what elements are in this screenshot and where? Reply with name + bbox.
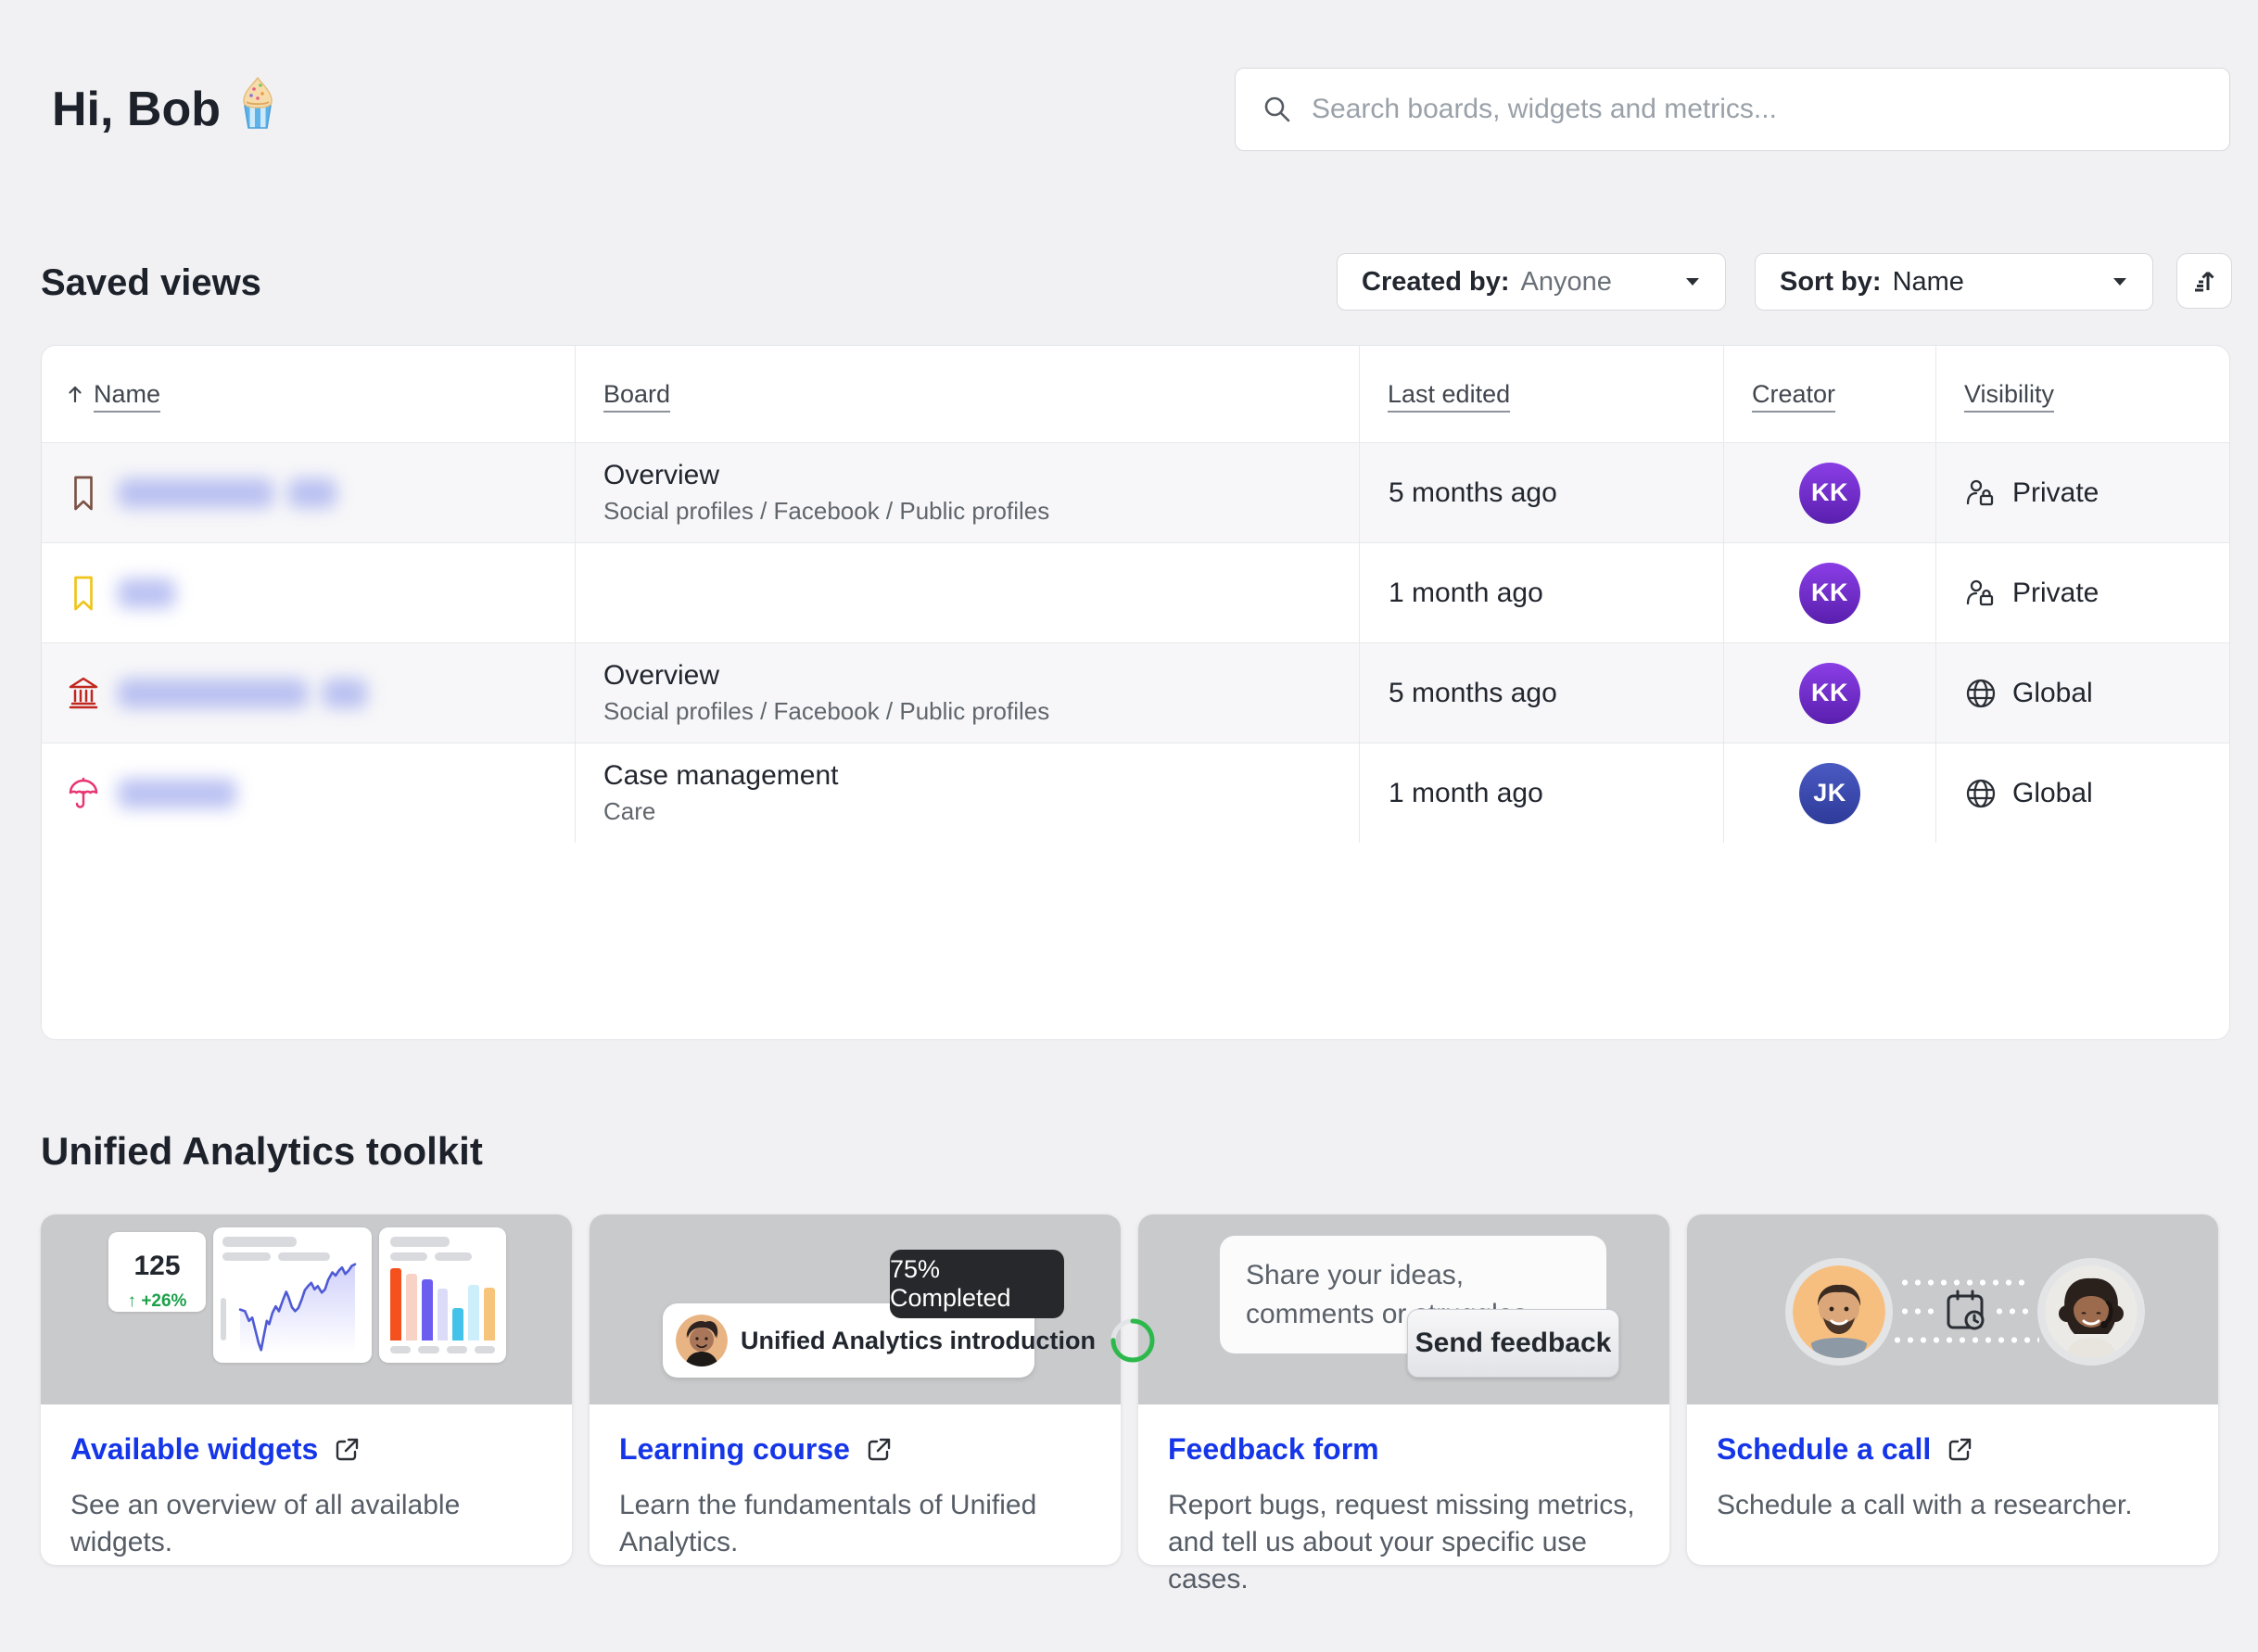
column-header-last-edited[interactable]: Last edited (1360, 346, 1724, 442)
creator-avatar: KK (1799, 663, 1860, 724)
external-link-icon (1946, 1436, 1973, 1464)
column-header-name[interactable]: Name (42, 346, 576, 442)
person-lock-icon (1964, 477, 1998, 510)
table-row[interactable]: Case management Care 1 month ago JK Glob… (42, 743, 2229, 843)
board-path: Care (603, 797, 838, 826)
toolkit-card-schedule-call[interactable]: Schedule a call Schedule a call with a r… (1687, 1214, 2218, 1565)
user-avatar-photo (1785, 1258, 1893, 1366)
saved-views-title: Saved views (41, 262, 261, 304)
course-pill-label: Unified Analytics introduction (741, 1327, 1096, 1355)
feedback-form-link[interactable]: Feedback form (1168, 1432, 1640, 1467)
board-title: Overview (603, 460, 1049, 491)
mini-bar-chart-widget (379, 1227, 506, 1363)
last-edited: 1 month ago (1360, 543, 1724, 642)
send-feedback-button-mock: Send feedback (1407, 1309, 1619, 1378)
redacted-view-name (118, 578, 175, 608)
visibility-label: Private (2012, 477, 2099, 509)
card-description: See an overview of all available widgets… (70, 1487, 542, 1561)
created-by-value: Anyone (1521, 267, 1612, 298)
cupcake-emoji-icon (234, 76, 282, 142)
progress-ring (1109, 1316, 1157, 1365)
umbrella-icon (66, 775, 101, 812)
toolkit-title: Unified Analytics toolkit (41, 1129, 483, 1174)
creator-avatar: KK (1799, 463, 1860, 524)
last-edited: 5 months ago (1360, 643, 1724, 743)
last-edited: 1 month ago (1360, 743, 1724, 843)
bookmark-icon (66, 474, 101, 513)
bookmark-icon (66, 574, 101, 613)
globe-icon (1964, 777, 1998, 810)
sort-arrow-up-icon (66, 384, 84, 404)
person-lock-icon (1964, 577, 1998, 610)
redacted-view-name (118, 779, 236, 808)
column-header-creator[interactable]: Creator (1724, 346, 1936, 442)
card-description: Learn the fundamentals of Unified Analyt… (619, 1487, 1091, 1561)
created-by-label: Created by: (1362, 267, 1510, 298)
table-row[interactable]: Overview Social profiles / Facebook / Pu… (42, 442, 2229, 542)
schedule-call-link[interactable]: Schedule a call (1717, 1432, 2188, 1467)
created-by-filter[interactable]: Created by: Anyone (1337, 253, 1726, 311)
sort-by-filter[interactable]: Sort by: Name (1755, 253, 2153, 311)
visibility-label: Global (2012, 678, 2093, 709)
chevron-down-icon (2112, 276, 2128, 287)
table-row[interactable]: Overview Social profiles / Facebook / Pu… (42, 642, 2229, 743)
sort-by-value: Name (1893, 267, 1964, 298)
external-link-icon (333, 1436, 361, 1464)
toolkit-card-feedback-form[interactable]: Share your ideas, comments or struggles … (1138, 1214, 1669, 1565)
redacted-view-name (118, 478, 336, 508)
column-header-board[interactable]: Board (576, 346, 1360, 442)
creator-avatar: KK (1799, 563, 1860, 624)
visibility-label: Private (2012, 578, 2099, 609)
board-title: Overview (603, 660, 1049, 692)
mini-bar-chart-bars (390, 1268, 495, 1341)
toolkit-card-learning-course[interactable]: Unified Analytics introduction 75% Compl… (590, 1214, 1121, 1565)
available-widgets-link[interactable]: Available widgets (70, 1432, 542, 1467)
card-description: Schedule a call with a researcher. (1717, 1487, 2188, 1524)
table-empty-space (42, 843, 2229, 1039)
sort-direction-button[interactable] (2176, 253, 2232, 309)
greeting-text: Hi, Bob (52, 82, 221, 137)
board-title: Case management (603, 760, 838, 792)
toolkit-card-available-widgets[interactable]: 125 ↑ +26% (41, 1214, 572, 1565)
mini-bar-chart-labels (390, 1346, 495, 1353)
external-link-icon (865, 1436, 893, 1464)
search-icon (1262, 94, 1293, 125)
globe-icon (1964, 677, 1998, 710)
chevron-down-icon (1684, 276, 1701, 287)
page-greeting: Hi, Bob (52, 76, 282, 142)
feedback-preview-illustration: Share your ideas, comments or struggles … (1138, 1214, 1669, 1404)
column-header-visibility[interactable]: Visibility (1936, 346, 2230, 442)
course-preview-illustration: Unified Analytics introduction 75% Compl… (590, 1214, 1121, 1404)
learning-course-link[interactable]: Learning course (619, 1432, 1091, 1467)
progress-tooltip: 75% Completed (890, 1250, 1064, 1318)
dashboard-page: Hi, Bob (0, 0, 2258, 1652)
mini-kpi-widget: 125 ↑ +26% (108, 1232, 206, 1312)
board-path: Social profiles / Facebook / Public prof… (603, 497, 1049, 526)
researcher-avatar-photo (2037, 1258, 2145, 1366)
saved-views-table: Name Board Last edited Creator Visibilit… (41, 345, 2230, 1040)
search-input[interactable] (1312, 94, 2203, 125)
redacted-view-name (118, 679, 367, 708)
calendar-clock-icon (1939, 1285, 1991, 1341)
widgets-preview-illustration: 125 ↑ +26% (41, 1214, 572, 1404)
last-edited: 5 months ago (1360, 443, 1724, 542)
visibility-label: Global (2012, 778, 2093, 809)
card-description: Report bugs, request missing metrics, an… (1168, 1487, 1640, 1598)
bank-icon (66, 675, 101, 712)
global-search (1235, 68, 2230, 151)
course-avatar (676, 1315, 728, 1366)
call-preview-illustration (1687, 1214, 2218, 1404)
mini-line-chart-widget (213, 1227, 372, 1363)
table-header-row: Name Board Last edited Creator Visibilit… (42, 346, 2229, 442)
sort-ascending-icon (2188, 264, 2221, 298)
sort-by-label: Sort by: (1780, 267, 1882, 298)
creator-avatar: JK (1799, 763, 1860, 824)
table-row[interactable]: 1 month ago KK Private (42, 542, 2229, 642)
board-path: Social profiles / Facebook / Public prof… (603, 697, 1049, 726)
